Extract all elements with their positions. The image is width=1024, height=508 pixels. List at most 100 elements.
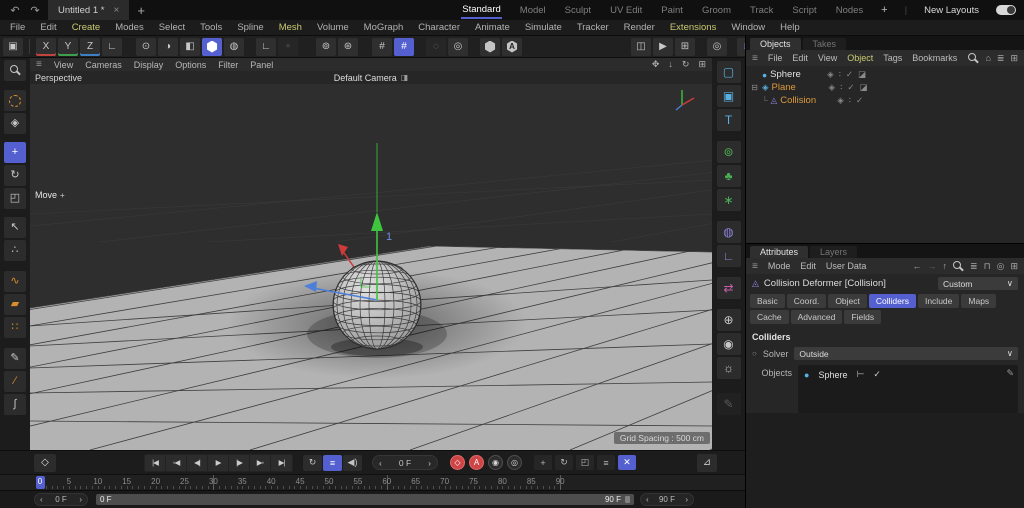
sound-button[interactable]: ◀) (343, 455, 362, 471)
frame-dec-icon[interactable]: ‹ (646, 495, 649, 504)
camera-button[interactable]: ◉ (717, 333, 741, 355)
menu-modes[interactable]: Modes (115, 22, 144, 33)
layer-icon[interactable]: ◈ (827, 69, 834, 80)
frame-dec-icon[interactable]: ‹ (379, 458, 382, 468)
visibility-dots-icon[interactable]: ∶ (839, 69, 841, 80)
magnet-button[interactable]: ∷ (4, 317, 26, 338)
deformer-button[interactable]: ◍ (717, 221, 741, 243)
layer-icon[interactable]: ◈ (837, 95, 844, 106)
collider-objects-list[interactable]: ● Sphere ⊢ ✓ ✎ (798, 365, 1018, 413)
section-tab-coord[interactable]: Coord. (787, 294, 827, 308)
visibility-dots-icon[interactable]: ∶ (840, 82, 842, 93)
material-button[interactable]: ✎ (717, 393, 741, 415)
layout-tab-paint[interactable]: Paint (660, 3, 684, 18)
add-tab-button[interactable]: + (137, 3, 145, 18)
visibility-dots-icon[interactable]: ∶ (849, 95, 851, 106)
solo-button[interactable]: ⊚ (316, 38, 336, 56)
section-tab-object[interactable]: Object (828, 294, 867, 308)
menu-spline[interactable]: Spline (237, 22, 263, 33)
menu-simulate[interactable]: Simulate (525, 22, 562, 33)
phong-tag-icon[interactable]: ◪ (859, 82, 867, 93)
menu-animate[interactable]: Animate (475, 22, 510, 33)
render-settings-button[interactable]: ⊞ (675, 38, 695, 56)
layout-tab-script[interactable]: Script (791, 3, 817, 18)
next-frame-button[interactable]: |▶ (229, 455, 250, 471)
timeline-range-slider[interactable]: 0 F 90 F (96, 494, 634, 505)
keyframe-button[interactable]: ◇ (34, 454, 56, 472)
menu-edit[interactable]: Edit (40, 22, 56, 33)
frame-dec-icon[interactable]: ‹ (40, 495, 43, 504)
forward-icon[interactable]: → (928, 262, 937, 271)
menu-create[interactable]: Create (72, 22, 101, 33)
find-button[interactable] (4, 60, 26, 81)
tree-item-plane[interactable]: ⊟◈Plane◈∶✓◪ (746, 81, 1024, 94)
render-view-button[interactable]: ◫ (631, 38, 651, 56)
close-icon[interactable]: × (113, 5, 119, 16)
interactive-render-button[interactable]: ◎ (707, 38, 727, 56)
loop-button[interactable]: ↻ (303, 455, 322, 471)
layout-tab-uv-edit[interactable]: UV Edit (609, 3, 643, 18)
enabled-check-icon[interactable]: ✓ (873, 369, 881, 380)
keyframe-selection-button[interactable]: ◉ (488, 455, 503, 470)
search-icon[interactable] (953, 261, 964, 272)
objects-menu-view[interactable]: View (818, 53, 837, 63)
range-handle[interactable] (625, 496, 630, 503)
popout-icon[interactable]: ⊞ (1010, 54, 1018, 63)
key-parameter-button[interactable]: ≡ (597, 455, 615, 470)
workplane-lock-button[interactable]: ▫ (278, 38, 298, 56)
scale-button[interactable]: ◰ (4, 188, 26, 209)
phong-tag-icon[interactable]: ◪ (858, 69, 866, 80)
line-cut-button[interactable]: ∕ (4, 371, 26, 392)
current-frame-stepper[interactable]: ‹ 0 F › (372, 455, 438, 470)
menu-tools[interactable]: Tools (200, 22, 222, 33)
text-spline-button[interactable]: T (717, 109, 741, 131)
home-icon[interactable]: ⌂ (985, 54, 990, 63)
section-tab-maps[interactable]: Maps (961, 294, 996, 308)
panel-menu-icon[interactable]: ≡ (752, 53, 758, 64)
rectangle-spline-button[interactable]: ▢ (717, 61, 741, 83)
orbit-icon[interactable]: ↻ (682, 60, 690, 69)
spline-pen-button[interactable]: ▰ (4, 294, 26, 315)
objects-menu-file[interactable]: File (768, 53, 783, 63)
effector-button[interactable]: ∗ (717, 189, 741, 211)
points-move-button[interactable]: ∴ (4, 240, 26, 261)
lock-icon[interactable]: ⊓ (984, 262, 991, 271)
brush-button[interactable]: ✎ (4, 348, 26, 369)
menu-render[interactable]: Render (624, 22, 655, 33)
new-layouts-button[interactable]: New Layouts (924, 5, 979, 16)
solver-dropdown[interactable]: Outside ∨ (794, 347, 1018, 360)
filter-icon[interactable]: ≣ (997, 54, 1005, 63)
play-button[interactable]: ▶ (208, 455, 229, 471)
menu-character[interactable]: Character (418, 22, 460, 33)
snap-button[interactable]: # (372, 38, 392, 56)
undo-button[interactable]: ↶ (8, 4, 22, 17)
fcurve-button[interactable]: ⊿ (697, 454, 717, 472)
snap-settings-button[interactable]: # (394, 38, 414, 56)
tree-item-collision[interactable]: └◬Collision◈∶✓ (746, 94, 1024, 107)
frame-inc-icon[interactable]: › (685, 495, 688, 504)
attributes-menu-user-data[interactable]: User Data (826, 261, 867, 271)
attributes-menu-mode[interactable]: Mode (768, 261, 791, 271)
modeling-settings-button[interactable] (480, 38, 500, 56)
layout-tab-nodes[interactable]: Nodes (835, 3, 864, 18)
tab-layers[interactable]: Layers (810, 246, 857, 258)
cube-primitive-button[interactable]: ▣ (717, 85, 741, 107)
record-button[interactable]: ◇ (450, 455, 465, 470)
enabled-check-icon[interactable]: ✓ (847, 82, 854, 93)
viewport-menu-display[interactable]: Display (134, 60, 164, 70)
tree-item-sphere[interactable]: ●Sphere◈∶✓◪ (746, 68, 1024, 81)
solo-mode-button[interactable]: ⊛ (338, 38, 358, 56)
maximize-icon[interactable]: ⊞ (698, 60, 706, 69)
section-tab-fields[interactable]: Fields (844, 310, 881, 324)
document-tab[interactable]: Untitled 1 * × (48, 0, 129, 20)
rotate-button[interactable]: ↻ (4, 165, 26, 186)
field-button[interactable]: ∟ (717, 245, 741, 267)
layout-tab-track[interactable]: Track (749, 3, 774, 18)
target-icon[interactable]: ◎ (997, 262, 1005, 271)
points-mode-button[interactable]: ⊙ (136, 38, 156, 56)
y-axis-lock-button[interactable]: Y (58, 38, 78, 56)
viewport-menu-cameras[interactable]: Cameras (85, 60, 122, 70)
attributes-menu-edit[interactable]: Edit (800, 261, 816, 271)
light-button[interactable]: ☼ (717, 357, 741, 379)
objects-menu-object[interactable]: Object (847, 53, 873, 63)
